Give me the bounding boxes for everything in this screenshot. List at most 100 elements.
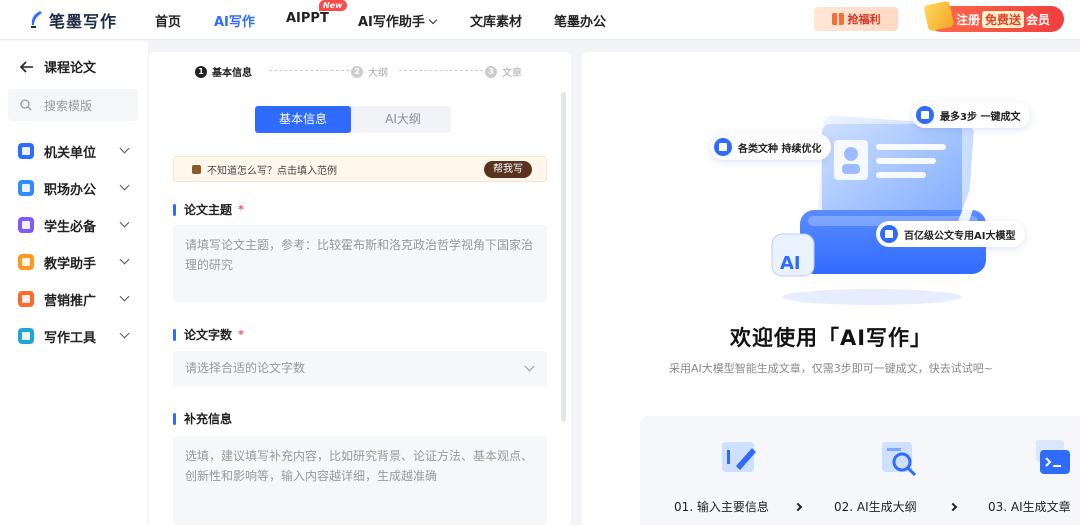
search-icon [20, 99, 32, 111]
teacher-icon [18, 254, 34, 270]
feature-tag-steps: 最多3步 一键成文 [912, 102, 1031, 128]
document-icon [880, 225, 898, 243]
back-label: 课程论文 [44, 61, 97, 76]
chevron-down-icon [119, 328, 130, 339]
example-hint-bar[interactable]: 不知道怎么写？点击填入范例 帮我写 [173, 156, 547, 182]
sidebar-item-label: 职场办公 [44, 182, 97, 198]
sidebar-item-label: 写作工具 [44, 330, 97, 346]
sidebar-item-office[interactable]: 职场办公 [18, 178, 136, 198]
nav-office[interactable]: 笔墨办公 [554, 11, 606, 30]
tab-ai-outline[interactable]: AI大纲 [355, 106, 451, 133]
feature-step-1: 01. 输入主要信息 [674, 416, 794, 525]
brand-logo[interactable]: 笔墨写作 [28, 8, 117, 32]
sidebar-item-label: 机关单位 [44, 145, 97, 161]
gift-icon [831, 13, 844, 25]
sidebar-item-marketing[interactable]: 营销推广 [18, 289, 136, 309]
chevron-down-icon [119, 217, 130, 228]
sidebar-item-student[interactable]: 学生必备 [18, 215, 136, 235]
search-doc-icon [882, 442, 917, 477]
step-number: 2 [351, 65, 363, 78]
intro-panel: AI 最多3步 一键成文 各类文种 持续优化 百亿级公文专用AI大模型 欢迎使用… [582, 52, 1080, 525]
step-label: 基本信息 [212, 68, 252, 79]
topic-textarea[interactable]: 请填写论文主题，参考：比较霍布斯和洛克政治哲学视角下国家治理的研究 [173, 225, 547, 302]
required-mark: * [238, 203, 244, 216]
step-label: 文章 [502, 68, 522, 79]
step-number: 1 [195, 65, 207, 78]
feature-tag-label: 各类文种 持续优化 [738, 143, 822, 155]
register-button[interactable]: 注册 免费送 会员 [923, 0, 1064, 32]
topic-label-text: 论文主题 [184, 203, 233, 217]
topic-label: 论文主题 * [173, 201, 244, 218]
edit-doc-icon [722, 442, 756, 472]
step-divider [269, 70, 349, 71]
nav-home[interactable]: 首页 [155, 11, 181, 30]
register-label-1: 注册 [956, 12, 981, 27]
chevron-down-icon [119, 143, 130, 154]
briefcase-icon [18, 180, 34, 196]
sidebar-item-label: 营销推广 [44, 293, 97, 309]
word-count-select[interactable]: 请选择合适的论文字数 [173, 351, 547, 386]
free-badge: 免费送 [982, 10, 1025, 28]
word-count-label-text: 论文字数 [184, 328, 233, 342]
how-it-works-card: 01. 输入主要信息 02. AI生成大纲 03. AI生成文章 [640, 416, 1080, 525]
step-indicator: 1 基本信息 2 大纲 3 文章 [195, 64, 535, 79]
tab-basic-info[interactable]: 基本信息 [255, 106, 351, 133]
step-article: 3 文章 [485, 64, 522, 79]
step-outline: 2 大纲 [351, 64, 388, 79]
feature-step-3: 03. AI生成文章 [988, 416, 1080, 525]
book-icon [18, 217, 34, 233]
sidebar-item-government[interactable]: 机关单位 [18, 141, 136, 161]
pin-icon [714, 138, 732, 156]
chevron-down-icon [119, 254, 130, 265]
feature-tag-model: 百亿级公文专用AI大模型 [876, 221, 1026, 247]
feature-step-2: 02. AI生成大纲 [834, 416, 954, 525]
help-me-write-button[interactable]: 帮我写 [484, 161, 532, 178]
step-number: 3 [485, 65, 497, 78]
nav-library[interactable]: 文库素材 [470, 11, 522, 30]
template-search-input[interactable]: 搜索模版 [8, 89, 138, 121]
feature-tag-genres: 各类文种 持续优化 [710, 134, 832, 160]
back-button[interactable]: 课程论文 [20, 57, 96, 76]
document-icon [916, 106, 934, 124]
terminal-doc-icon [1036, 440, 1070, 474]
welcome-subtitle: 采用AI大模型智能生成文章，仅需3步即可一键成文，快去试试吧~ [669, 362, 993, 375]
nav-ai-assistant[interactable]: AI写作助手 [358, 11, 438, 30]
megaphone-icon [18, 291, 34, 307]
feature-tag-label: 最多3步 一键成文 [940, 111, 1021, 123]
brand-name: 笔墨写作 [49, 12, 118, 31]
nav-ai-writing[interactable]: AI写作 [214, 11, 255, 30]
chevron-down-icon [524, 361, 535, 372]
extra-info-label: 补充信息 [173, 410, 232, 427]
extra-info-textarea[interactable]: 选填，建议填写补充内容，比如研究背景、论证方法、基本观点、创新性和影响等，输入内… [173, 436, 547, 525]
hint-icon [192, 164, 201, 174]
chevron-down-icon [119, 291, 130, 302]
search-placeholder: 搜索模版 [44, 98, 93, 113]
sidebar-item-label: 教学助手 [44, 256, 97, 272]
sidebar-item-tools[interactable]: 写作工具 [18, 326, 136, 346]
sidebar: 课程论文 搜索模版 机关单位 职场办公 学生必备 教学助手 营销推广 写作工具 [0, 41, 148, 525]
step-label: 大纲 [368, 68, 388, 79]
chevron-down-icon [119, 180, 130, 191]
top-navbar: 笔墨写作 首页 AI写作 AIPPT New AI写作助手 文库素材 笔墨办公 … [0, 0, 1080, 40]
feature-label: 03. AI生成文章 [988, 500, 1071, 514]
word-count-placeholder: 请选择合适的论文字数 [185, 361, 306, 375]
nav-ai-assistant-label: AI写作助手 [358, 15, 425, 30]
required-mark: * [238, 328, 244, 341]
form-scrollbar[interactable] [561, 92, 566, 422]
chevron-down-icon [428, 15, 438, 25]
promo-button[interactable]: 抢福利 [814, 7, 898, 31]
arrow-left-icon [20, 60, 33, 73]
nav-aippt[interactable]: AIPPT [286, 11, 329, 26]
sidebar-item-teaching[interactable]: 教学助手 [18, 252, 136, 272]
register-label-2: 会员 [1026, 12, 1051, 27]
step-basic-info: 1 基本信息 [195, 64, 252, 79]
ai-badge-text: AI [780, 253, 801, 274]
welcome-title: 欢迎使用「AI写作」 [729, 326, 933, 350]
hint-text: 不知道怎么写？点击填入范例 [207, 165, 337, 177]
word-count-label: 论文字数 * [173, 326, 244, 343]
form-panel: 1 基本信息 2 大纲 3 文章 基本信息 AI大纲 不知道怎么写？点击填入范例… [149, 52, 571, 525]
quill-icon [28, 10, 44, 30]
mode-toggle: 基本信息 AI大纲 [255, 106, 451, 133]
feature-tag-label: 百亿级公文专用AI大模型 [904, 230, 1016, 242]
crown-icon [923, 0, 955, 32]
